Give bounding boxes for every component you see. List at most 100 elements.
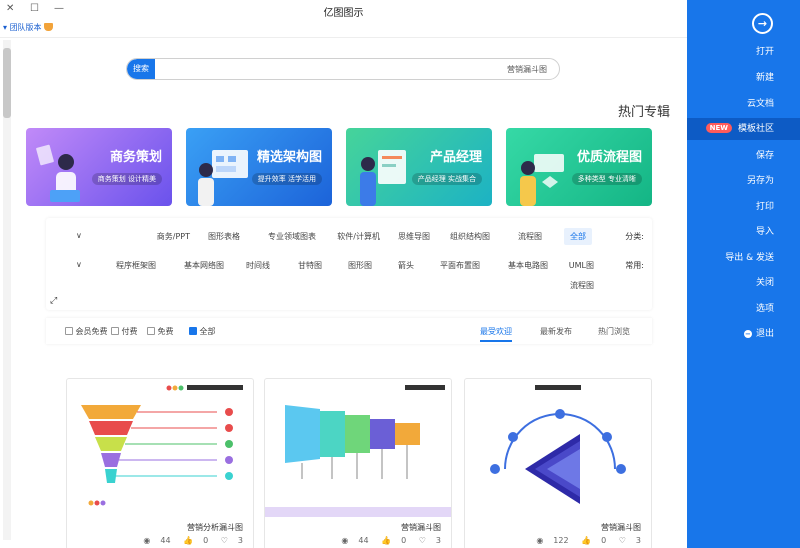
template-stats: ◉ 44 👍 0 ♡ 3	[331, 536, 441, 545]
common-label: 常用:	[625, 261, 644, 270]
favs-count: 3	[435, 536, 441, 545]
chevron-down-icon[interactable]: ∨	[76, 231, 82, 240]
window-title: 亿图图示	[323, 8, 364, 19]
template-card[interactable]: 营销漏斗图 ◉ 122 👍 0 ♡ 3	[464, 378, 652, 548]
category-mind-map[interactable]: 思维导图	[398, 231, 430, 242]
views-icon: ◉	[143, 536, 151, 545]
banner-title: 精选架构图	[256, 150, 322, 165]
template-name: 营销分析漏斗图	[187, 523, 243, 532]
sidebar-item-export[interactable]: 导出 & 发送	[725, 247, 774, 269]
sort-newest[interactable]: 最新发布	[540, 326, 572, 337]
views-count: 44	[358, 536, 369, 545]
title-bar: ✕ ☐ — 亿图图示 ▾ 团队版本	[0, 0, 687, 38]
banner-title: 商务策划	[109, 150, 162, 165]
category-all[interactable]: 全部	[564, 228, 592, 245]
search-button[interactable]: 搜索	[127, 59, 155, 79]
filter-free[interactable]: 免费	[144, 326, 174, 337]
category-tables[interactable]: 图形表格	[208, 231, 240, 242]
common-gantt[interactable]: 甘特图	[298, 260, 322, 271]
template-name: 营销漏斗图	[601, 523, 641, 532]
search-input[interactable]	[159, 61, 547, 77]
heart-icon[interactable]: ♡	[419, 536, 426, 545]
category-flowchart[interactable]: 流程图	[518, 231, 542, 242]
banner-architecture[interactable]: 精选架构图 提升效率 活学活用	[186, 128, 332, 206]
common-network[interactable]: 基本网络图	[184, 260, 224, 271]
filter-all[interactable]: 全部	[186, 326, 216, 337]
heart-icon[interactable]: ♡	[619, 536, 626, 545]
banner-flowchart[interactable]: 优质流程图 多种类型 专业清晰	[506, 128, 652, 206]
checkbox-checked[interactable]	[189, 327, 197, 335]
banner-title: 产品经理	[429, 150, 482, 165]
chevron-down-icon[interactable]: ∨	[76, 260, 82, 269]
sidebar-item-new[interactable]: 新建	[756, 67, 774, 89]
views-count: 122	[553, 536, 569, 545]
scrollbar-thumb[interactable]	[3, 48, 11, 118]
like-icon[interactable]: 👍	[183, 536, 193, 545]
category-professional[interactable]: 专业领域图表	[268, 231, 316, 242]
likes-count: 0	[401, 536, 407, 545]
sidebar-item-open[interactable]: 打开	[756, 41, 774, 63]
exit-icon: −	[743, 330, 752, 338]
template-name: 营销漏斗图	[401, 523, 441, 532]
filter-label: 免费	[157, 327, 174, 336]
sidebar-item-template-community[interactable]: NEW 模板社区	[687, 118, 800, 140]
sidebar-item-cloud[interactable]: 云文档	[747, 93, 774, 115]
sidebar-item-save[interactable]: 保存	[756, 145, 774, 167]
filter-label: 付费	[121, 327, 138, 336]
category-label: 分类:	[625, 232, 644, 241]
favs-count: 3	[237, 536, 243, 545]
category-software[interactable]: 软件/计算机	[337, 231, 380, 242]
template-stats: ◉ 122 👍 0 ♡ 3	[526, 536, 641, 545]
arrow-right-circle-icon[interactable]: →	[752, 13, 773, 34]
like-icon[interactable]: 👍	[581, 536, 591, 545]
expand-icon[interactable]: ⤢	[50, 296, 57, 306]
common-circuit[interactable]: 基本电路图	[508, 260, 548, 271]
common-program-frame[interactable]: 程序框架图	[116, 260, 156, 271]
sidebar-item-save-as[interactable]: 另存为	[747, 170, 774, 192]
banner-subtitle: 产品经理 实战集合	[411, 173, 482, 185]
template-thumbnail	[81, 385, 243, 506]
checkbox[interactable]	[111, 327, 119, 335]
new-badge: NEW	[705, 123, 732, 133]
common-floor-plan[interactable]: 平面布置图	[440, 260, 480, 271]
filter-paid[interactable]: 付费	[108, 326, 138, 337]
sidebar-item-options[interactable]: 选项	[756, 298, 774, 320]
template-card[interactable]: 营销漏斗图 ◉ 44 👍 0 ♡ 3	[264, 378, 452, 548]
likes-count: 0	[601, 536, 607, 545]
person-illustration-icon	[36, 144, 80, 202]
like-icon[interactable]: 👍	[381, 536, 391, 545]
category-org-chart[interactable]: 组织结构图	[450, 231, 490, 242]
banner-product-manager[interactable]: 产品经理 产品经理 实战集合	[346, 128, 492, 206]
person-illustration-icon	[360, 150, 406, 206]
checkbox[interactable]	[147, 327, 155, 335]
heart-icon[interactable]: ♡	[221, 536, 228, 545]
sort-hot[interactable]: 热门浏览	[598, 326, 630, 337]
common-timeline[interactable]: 时间线	[246, 260, 270, 271]
sidebar-item-close[interactable]: 关闭	[756, 272, 774, 294]
template-card[interactable]: 营销分析漏斗图 ◉ 44 👍 0 ♡ 3	[66, 378, 254, 548]
category-filter: 分类: 全部 流程图 组织结构图 思维导图 软件/计算机 专业领域图表 图形表格…	[46, 218, 652, 310]
banner-business-plan[interactable]: 商务策划 商务策划 设计精美	[26, 128, 172, 206]
sort-popular[interactable]: 最受欢迎	[480, 326, 512, 342]
template-thumbnail	[265, 385, 451, 517]
sidebar-item-label: 模板社区	[737, 124, 774, 134]
team-version-button[interactable]: ▾ 团队版本	[3, 22, 53, 33]
views-icon: ◉	[341, 536, 349, 545]
sidebar: → 打开 新建 云文档 NEW 模板社区 保存 另存为 打印 导入 导出 & 发送…	[687, 0, 800, 548]
category-business-ppt[interactable]: 商务/PPT	[157, 231, 190, 242]
sidebar-item-exit[interactable]: − 退出	[743, 323, 774, 345]
sort-bar: 热门浏览 最新发布 最受欢迎 全部 免费 付费 会员免费	[46, 318, 652, 344]
banner-subtitle: 多种类型 专业清晰	[571, 173, 642, 185]
common-flowchart[interactable]: 流程图	[570, 280, 594, 291]
common-uml[interactable]: UML图	[569, 260, 594, 271]
views-icon: ◉	[536, 536, 544, 545]
likes-count: 0	[203, 536, 209, 545]
crown-icon	[43, 23, 53, 31]
sidebar-item-print[interactable]: 打印	[756, 196, 774, 218]
sidebar-item-import[interactable]: 导入	[756, 221, 774, 243]
common-arrow[interactable]: 箭头	[398, 260, 414, 271]
checkbox[interactable]	[65, 327, 73, 335]
template-thumbnail	[490, 385, 626, 504]
filter-member-free[interactable]: 会员免费	[62, 326, 108, 337]
common-graphic[interactable]: 图形图	[348, 260, 372, 271]
